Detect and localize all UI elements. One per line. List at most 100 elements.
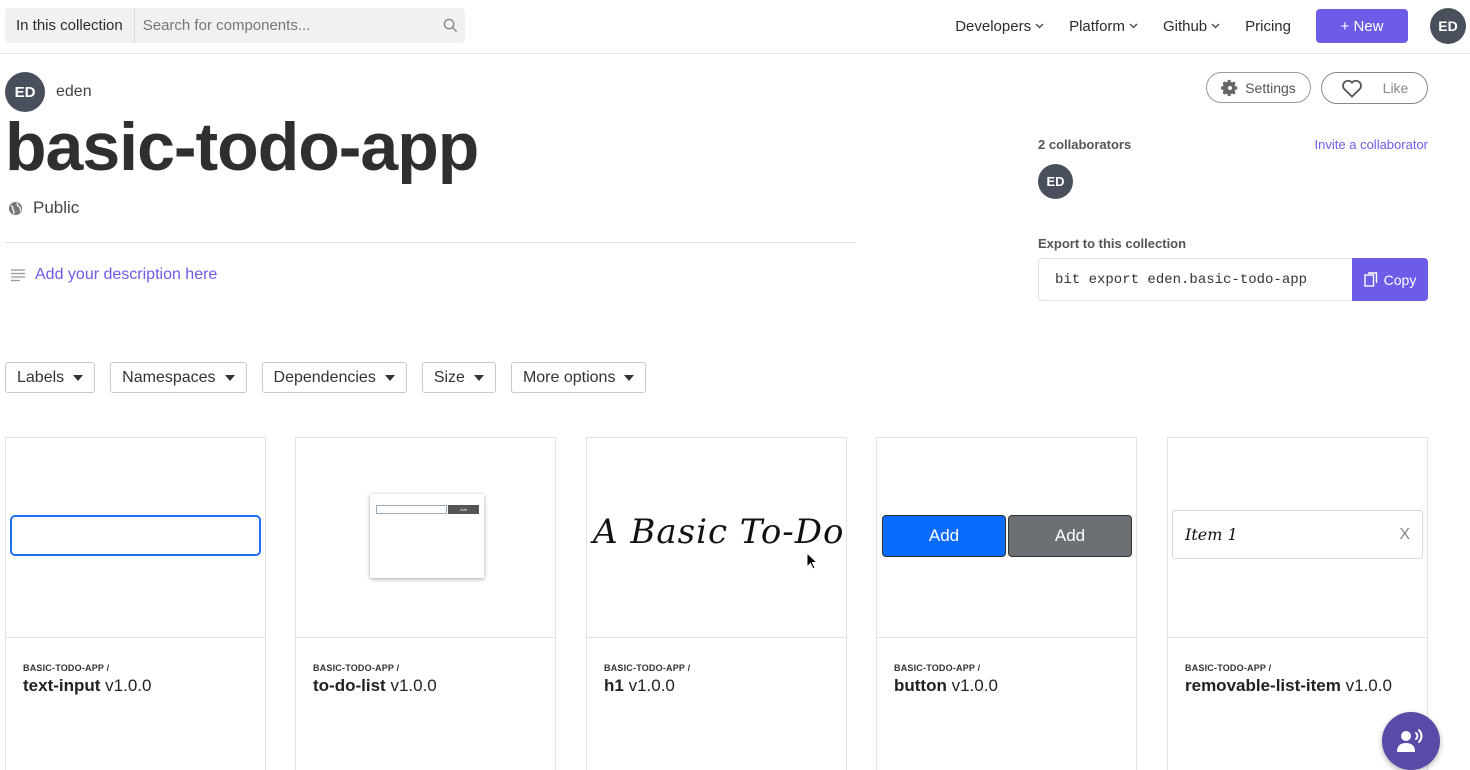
preview-button-primary: Add <box>882 515 1006 557</box>
caret-down-icon <box>624 374 635 381</box>
filter-label: Size <box>433 368 465 386</box>
card-name: button <box>894 676 947 695</box>
filter-label: Dependencies <box>273 368 376 386</box>
heart-icon <box>1341 79 1362 98</box>
filter-more-options[interactable]: More options <box>510 362 647 393</box>
nav-platform[interactable]: Platform <box>1069 18 1138 35</box>
settings-button[interactable]: Settings <box>1206 72 1311 103</box>
card-name: to-do-list <box>313 676 386 695</box>
component-card-removable-list-item[interactable]: Item 1 X BASIC-TODO-APP / removable-list… <box>1167 437 1428 770</box>
page-title: basic-todo-app <box>5 109 479 185</box>
chevron-down-icon <box>1035 23 1044 29</box>
mouse-cursor-icon <box>806 552 818 570</box>
filter-size[interactable]: Size <box>421 362 496 393</box>
preview-mini-button: Add <box>448 505 479 514</box>
card-meta: BASIC-TODO-APP / button v1.0.0 <box>877 638 1136 696</box>
filter-dependencies[interactable]: Dependencies <box>261 362 407 393</box>
filter-labels[interactable]: Labels <box>5 362 96 393</box>
component-card-h1[interactable]: A Basic To-Do App BASIC-TODO-APP / h1 v1… <box>586 437 847 770</box>
preview-todo-list: Add <box>370 494 484 578</box>
copy-button[interactable]: Copy <box>1352 258 1428 301</box>
like-label: Like <box>1382 80 1409 96</box>
copy-icon <box>1363 272 1377 287</box>
card-namespace: BASIC-TODO-APP / <box>604 663 691 673</box>
user-avatar[interactable]: ED <box>1430 8 1466 44</box>
visibility-status: Public <box>8 198 79 218</box>
card-namespace: BASIC-TODO-APP / <box>1185 663 1272 673</box>
caret-down-icon <box>384 374 395 381</box>
filter-label: More options <box>522 368 616 386</box>
gear-icon <box>1221 79 1238 96</box>
component-card-to-do-list[interactable]: Add BASIC-TODO-APP / to-do-list v1.0.0 <box>295 437 556 770</box>
card-meta: BASIC-TODO-APP / h1 v1.0.0 <box>587 638 846 696</box>
nav-developers-label: Developers <box>955 17 1032 35</box>
filter-namespaces[interactable]: Namespaces <box>110 362 247 393</box>
card-version: v1.0.0 <box>1345 676 1392 695</box>
card-title: h1 v1.0.0 <box>604 676 829 696</box>
card-name: text-input <box>23 676 101 695</box>
card-meta: BASIC-TODO-APP / removable-list-item v1.… <box>1168 638 1427 696</box>
card-version: v1.0.0 <box>105 676 152 695</box>
collaborators-count: 2 collaborators <box>1038 137 1132 152</box>
card-meta: BASIC-TODO-APP / text-input v1.0.0 <box>6 638 265 696</box>
component-card-text-input[interactable]: BASIC-TODO-APP / text-input v1.0.0 <box>5 437 266 770</box>
component-preview: A Basic To-Do App <box>587 438 846 638</box>
like-button[interactable]: Like <box>1321 72 1428 104</box>
card-name: h1 <box>604 676 624 695</box>
component-preview: Add <box>296 438 555 638</box>
card-version: v1.0.0 <box>628 676 675 695</box>
card-name: removable-list-item <box>1185 676 1341 695</box>
preview-mini-input <box>376 505 447 514</box>
close-icon: X <box>1399 525 1410 543</box>
nav-github[interactable]: Github <box>1163 18 1220 35</box>
invite-collaborator-link[interactable]: Invite a collaborator <box>1315 137 1428 152</box>
component-preview: Item 1 X <box>1168 438 1427 638</box>
owner-name: eden <box>56 83 92 100</box>
search-scope-selector[interactable]: In this collection <box>5 8 135 43</box>
main-nav: Developers Platform Github Pricing + New… <box>955 8 1470 44</box>
chevron-down-icon <box>1211 23 1220 29</box>
header-divider <box>5 242 856 243</box>
text-lines-icon <box>11 269 25 282</box>
card-title: button v1.0.0 <box>894 676 1119 696</box>
owner-avatar: ED <box>5 72 45 112</box>
search-bar: In this collection <box>5 8 465 43</box>
collaborator-avatar[interactable]: ED <box>1038 164 1073 199</box>
caret-down-icon <box>473 374 484 381</box>
caret-down-icon <box>73 374 84 381</box>
card-title: text-input v1.0.0 <box>23 676 248 696</box>
component-card-button[interactable]: Add Add BASIC-TODO-APP / button v1.0.0 <box>876 437 1137 770</box>
globe-icon <box>8 201 23 215</box>
component-preview <box>6 438 265 638</box>
caret-down-icon <box>224 374 235 381</box>
chat-support-button[interactable] <box>1382 712 1440 770</box>
card-namespace: BASIC-TODO-APP / <box>313 663 400 673</box>
filter-label: Namespaces <box>122 368 216 386</box>
collection-owner[interactable]: ED eden <box>5 72 92 112</box>
nav-pricing[interactable]: Pricing <box>1245 18 1291 35</box>
filter-bar: Labels Namespaces Dependencies Size More… <box>5 362 661 393</box>
visibility-label: Public <box>33 198 80 217</box>
export-command[interactable]: bit export eden.basic-todo-app <box>1038 258 1352 301</box>
add-description-link[interactable]: Add your description here <box>10 266 217 284</box>
preview-heading: A Basic To-Do App <box>593 512 846 552</box>
filter-label: Labels <box>17 368 65 386</box>
search-icon[interactable] <box>435 18 465 33</box>
export-label: Export to this collection <box>1038 236 1187 251</box>
nav-github-label: Github <box>1162 17 1208 35</box>
preview-text-input <box>10 515 261 556</box>
preview-button-secondary: Add <box>1008 515 1132 557</box>
component-preview: Add Add <box>877 438 1136 638</box>
card-version: v1.0.0 <box>951 676 998 695</box>
preview-item-text: Item 1 <box>1185 525 1238 544</box>
card-namespace: BASIC-TODO-APP / <box>23 663 110 673</box>
new-button[interactable]: + New <box>1316 9 1408 43</box>
nav-developers[interactable]: Developers <box>955 18 1044 35</box>
settings-label: Settings <box>1245 79 1296 96</box>
export-command-box: bit export eden.basic-todo-app Copy <box>1038 258 1428 301</box>
card-title: removable-list-item v1.0.0 <box>1185 676 1410 696</box>
search-input[interactable] <box>134 8 435 43</box>
add-description-label: Add your description here <box>35 266 218 283</box>
card-namespace: BASIC-TODO-APP / <box>894 663 981 673</box>
card-version: v1.0.0 <box>390 676 437 695</box>
